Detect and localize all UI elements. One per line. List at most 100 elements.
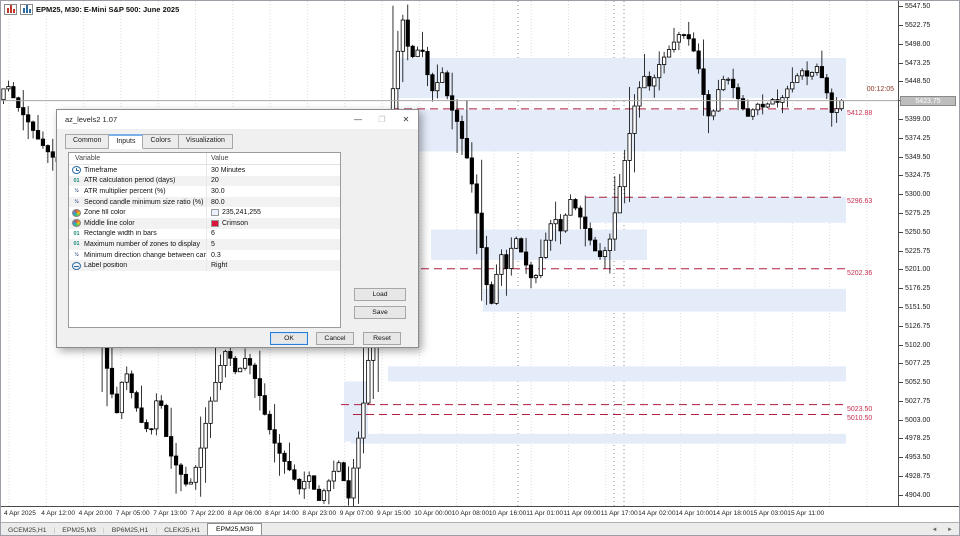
price-tick: 4928.75 <box>899 472 930 481</box>
variable-value[interactable]: 5 <box>211 241 215 248</box>
dialog-tab-inputs[interactable]: Inputs <box>109 134 144 149</box>
variable-name: Label position <box>84 262 128 270</box>
inputs-table-header: Variable Value <box>69 153 340 165</box>
input-row[interactable]: Middle line color Crimson <box>69 217 340 229</box>
time-tick-label: 9 Apr 07:00 <box>339 510 374 517</box>
integer-icon: 01 <box>73 241 80 248</box>
input-row[interactable]: Zone fill color 235,241,255 <box>69 207 340 218</box>
candle-body <box>405 19 410 47</box>
minimize-icon[interactable]: — <box>346 110 370 129</box>
candle-body <box>213 381 218 402</box>
candle-body <box>583 216 588 229</box>
price-axis[interactable]: 5547.50 5522.75 5498.00 5473.25 5448.50 5423.… <box>898 1 959 506</box>
price-tick: 5324.75 <box>899 171 930 180</box>
candle-body <box>479 212 484 249</box>
cancel-button[interactable]: Cancel <box>316 332 354 345</box>
variable-value[interactable]: Right <box>211 262 227 269</box>
candle-body <box>267 413 272 431</box>
candle-body <box>356 437 361 469</box>
zone-price-label: 5202.36 <box>847 269 873 277</box>
time-tick-label: 4 Apr 2025 <box>4 510 36 517</box>
variable-value[interactable]: 6 <box>211 230 215 237</box>
chart-tab-epm25-m30[interactable]: EPM25,M30 <box>207 523 263 535</box>
candle-body <box>834 108 839 113</box>
chart-tab-gcem25-h1[interactable]: GCEM25,H1 <box>1 525 54 536</box>
time-tick-label: 14 Apr 02:00 <box>638 510 676 517</box>
dialog-titlebar[interactable]: az_levels2 1.07 — ❐ ✕ <box>57 110 418 129</box>
candle-body <box>533 275 539 279</box>
candle-body <box>612 212 617 240</box>
chart-symbol-header: EPM25, M30: E-Mini S&P 500: June 2025 <box>4 3 179 16</box>
input-row[interactable]: ½ ATR multiplier percent (%) 30.0 <box>69 186 340 197</box>
chart-tab-epm25-m3[interactable]: EPM25,M3 <box>55 525 103 536</box>
color-swatch <box>211 219 219 227</box>
input-row[interactable]: 01 Rectangle width in bars 6 <box>69 228 340 240</box>
supply-demand-zone[interactable] <box>351 433 846 444</box>
chart-tab-bar: GCEM25,H1 | EPM25,M3 | BP6M25,H1 | CLEK25,H1 EP… <box>1 522 959 536</box>
supply-demand-zone[interactable] <box>483 288 846 312</box>
variable-value[interactable]: Crimson <box>222 220 248 227</box>
chart-tab-clek25-h1[interactable]: CLEK25,H1 <box>157 525 207 536</box>
price-tick: 5176.25 <box>899 284 930 293</box>
variable-name: Timeframe <box>84 166 118 174</box>
variable-name: Minimum direction change between cand... <box>84 251 206 259</box>
candle-body <box>760 103 765 108</box>
variable-value[interactable]: 20 <box>211 177 219 184</box>
dialog-tab-common[interactable]: Common <box>65 134 110 149</box>
candle-body <box>573 199 578 209</box>
save-button[interactable]: Save <box>354 306 406 319</box>
candle-body <box>469 157 474 185</box>
load-button[interactable]: Load <box>354 288 406 301</box>
candle-body <box>504 254 509 269</box>
dialog-tab-colors[interactable]: Colors <box>143 134 179 149</box>
price-tick: 4953.50 <box>899 453 930 462</box>
variable-value[interactable]: 30 Minutes <box>211 167 245 174</box>
candle-body <box>494 273 499 304</box>
dialog-tabs: Common Inputs Colors Visualization <box>65 134 233 149</box>
time-tick-label: 14 Apr 10:00 <box>675 510 713 517</box>
variable-value[interactable]: 235,241,255 <box>222 209 261 216</box>
clock-icon <box>72 166 81 175</box>
candle-body <box>839 100 844 110</box>
dialog-tab-visualization[interactable]: Visualization <box>178 134 233 149</box>
ok-button[interactable]: OK <box>270 332 308 345</box>
tab-scroll-arrows[interactable]: ◄ ► <box>931 527 957 533</box>
variable-value[interactable]: 30.0 <box>211 188 225 195</box>
candle-body <box>351 467 356 499</box>
price-tick: 5052.50 <box>899 378 930 387</box>
time-axis[interactable]: 4 Apr 2025 4 Apr 12:00 4 Apr 20:00 7 Apr 05… <box>1 506 959 522</box>
candle-body <box>144 422 149 430</box>
variable-value[interactable]: 80.0 <box>211 199 225 206</box>
symbol-header-text: EPM25, M30: E-Mini S&P 500: June 2025 <box>36 5 180 14</box>
time-tick-label: 7 Apr 13:00 <box>153 510 187 517</box>
input-row[interactable]: ½ Minimum direction change between cand..… <box>69 249 340 261</box>
dialog-title: az_levels2 1.07 <box>65 115 118 124</box>
candle-body <box>203 422 208 449</box>
price-tick: 5522.75 <box>899 21 930 30</box>
input-row[interactable]: Label position Right <box>69 260 340 271</box>
input-row[interactable]: ½ Second candle minimum size ratio (%) 80.… <box>69 196 340 208</box>
candle-body <box>578 207 583 218</box>
variable-name: ATR calculation period (days) <box>84 177 176 185</box>
integer-icon: 01 <box>73 177 80 184</box>
candle-body <box>223 351 228 366</box>
variable-value[interactable]: 0.3 <box>211 252 221 259</box>
input-row[interactable]: Timeframe 30 Minutes <box>69 165 340 176</box>
candle-body <box>765 103 770 108</box>
candle-body <box>711 110 716 117</box>
reset-button[interactable]: Reset <box>363 332 401 345</box>
input-row[interactable]: 01 ATR calculation period (days) 20 <box>69 175 340 187</box>
candle-body <box>30 121 36 131</box>
candle-body <box>514 238 519 249</box>
input-row[interactable]: 01 Maximum number of zones to display 5 <box>69 239 340 250</box>
supply-demand-zone[interactable] <box>388 366 846 382</box>
candle-body <box>341 462 346 482</box>
candle-body <box>228 351 233 359</box>
candle-body <box>45 145 50 153</box>
close-icon[interactable]: ✕ <box>394 110 418 129</box>
column-variable: Variable <box>75 155 101 162</box>
chart-tab-bp6m25-h1[interactable]: BP6M25,H1 <box>105 525 156 536</box>
indicator-settings-dialog: az_levels2 1.07 — ❐ ✕ Common Inputs Colors… <box>56 109 419 348</box>
candle-body <box>242 358 248 369</box>
candle-body <box>593 239 598 252</box>
